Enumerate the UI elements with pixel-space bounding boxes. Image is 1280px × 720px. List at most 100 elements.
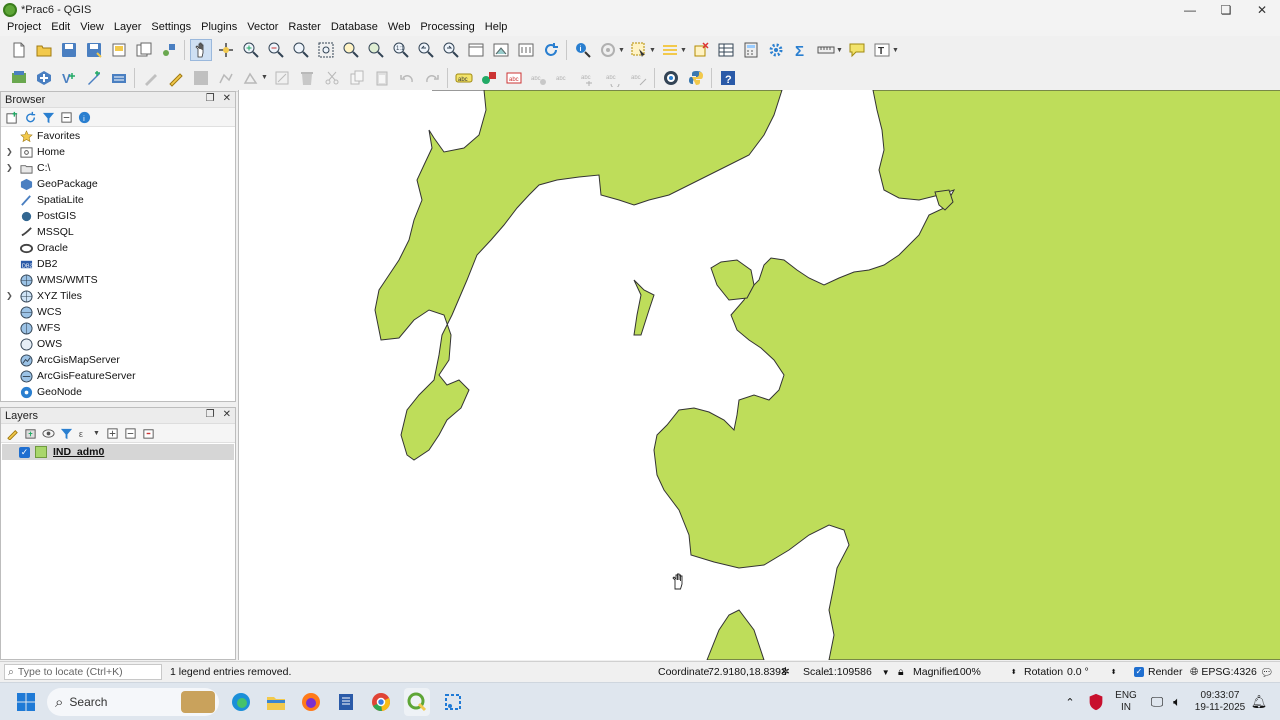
label-toolbar-icon[interactable]: abc xyxy=(453,67,475,89)
menu-view[interactable]: View xyxy=(75,19,109,36)
browser-item-home[interactable]: ❯ Home xyxy=(1,144,235,160)
zoom-in-icon[interactable] xyxy=(240,39,262,61)
expand-chevron-icon[interactable]: ❯ xyxy=(6,144,13,160)
browser-item-wfs[interactable]: WFS xyxy=(1,320,235,336)
identify-features-icon[interactable]: i xyxy=(572,39,594,61)
firefox-icon[interactable] xyxy=(299,688,323,716)
collapse-all-icon[interactable] xyxy=(59,110,73,124)
change-label-icon[interactable]: abc xyxy=(628,67,650,89)
magnifier-spinbox[interactable]: 100% ⬍ xyxy=(954,662,1017,682)
modify-attributes-icon[interactable] xyxy=(271,67,293,89)
label-diagram-icon[interactable]: abc xyxy=(503,67,525,89)
security-shield-icon[interactable] xyxy=(1086,688,1106,716)
notepad-app-icon[interactable] xyxy=(334,688,358,716)
rotate-label-icon[interactable]: abc xyxy=(603,67,625,89)
show-hidden-icons-chevron-icon[interactable]: ⌃ xyxy=(1062,688,1078,716)
menu-raster[interactable]: Raster xyxy=(283,19,325,36)
new-3d-map-icon[interactable] xyxy=(490,39,512,61)
notifications-bell-icon[interactable]: 🔔︎ xyxy=(1250,688,1268,716)
layer-symbol-swatch[interactable] xyxy=(35,446,47,458)
properties-icon[interactable]: i xyxy=(77,110,91,124)
select-dropdown-icon[interactable]: ▼ xyxy=(649,39,656,61)
zoom-last-icon[interactable] xyxy=(415,39,437,61)
filter-expression-dropdown-icon[interactable]: ▼ xyxy=(93,422,100,444)
toggle-extents-icon[interactable]: ✲ xyxy=(781,662,790,682)
menu-help[interactable]: Help xyxy=(480,19,513,36)
new-geopackage-layer-icon[interactable] xyxy=(33,67,55,89)
zoom-out-icon[interactable] xyxy=(265,39,287,61)
new-print-layout-icon[interactable] xyxy=(108,39,130,61)
delete-selected-icon[interactable] xyxy=(296,67,318,89)
add-group-icon[interactable] xyxy=(23,426,37,440)
add-selected-layers-icon[interactable] xyxy=(5,110,19,124)
rotation-spinbox[interactable]: 0.0 ° ⬍ xyxy=(1067,662,1117,682)
undock-icon[interactable]: ❐ xyxy=(206,93,215,104)
browser-item-db2[interactable]: DB2 DB2 xyxy=(1,256,235,272)
layer-row-ind-adm0[interactable]: ✓ IND_adm0 xyxy=(2,444,234,460)
remove-layer-icon[interactable] xyxy=(141,426,155,440)
paste-features-icon[interactable] xyxy=(371,67,393,89)
refresh-browser-icon[interactable] xyxy=(23,110,37,124)
style-manager-icon[interactable] xyxy=(158,39,180,61)
taskbar-search-box[interactable]: ⌕ Search xyxy=(47,688,219,716)
render-checkbox[interactable]: ✓ xyxy=(1134,667,1144,677)
chrome-icon[interactable] xyxy=(369,688,393,716)
crs-button[interactable]: 🌐︎ EPSG:4326 xyxy=(1190,662,1257,682)
scale-combo[interactable]: 1:109586 ▼ xyxy=(828,662,890,682)
select-features-icon[interactable] xyxy=(628,39,650,61)
layout-manager-icon[interactable] xyxy=(133,39,155,61)
menu-database[interactable]: Database xyxy=(326,19,383,36)
browser-item-mssql[interactable]: MSSQL xyxy=(1,224,235,240)
measure-line-icon[interactable] xyxy=(815,39,837,61)
python-console-icon[interactable] xyxy=(685,67,707,89)
redo-icon[interactable] xyxy=(421,67,443,89)
menu-settings[interactable]: Settings xyxy=(146,19,196,36)
network-icon[interactable]: 🖵︎ xyxy=(1148,688,1166,716)
volume-icon[interactable]: 🔈︎ xyxy=(1168,688,1186,716)
help-contents-icon[interactable]: ? xyxy=(717,67,739,89)
filter-legend-icon[interactable] xyxy=(59,426,73,440)
expand-all-icon[interactable] xyxy=(105,426,119,440)
zoom-rubber-band-icon[interactable] xyxy=(290,39,312,61)
browser-item-arcgismapserver[interactable]: ArcGisMapServer xyxy=(1,352,235,368)
messages-icon[interactable]: 💬︎ xyxy=(1260,662,1273,682)
save-as-icon[interactable] xyxy=(83,39,105,61)
menu-plugins[interactable]: Plugins xyxy=(196,19,242,36)
plugin-web-icon[interactable] xyxy=(660,67,682,89)
menu-vector[interactable]: Vector xyxy=(242,19,283,36)
close-layers-icon[interactable]: ✕ xyxy=(223,409,231,420)
measure-dropdown-icon[interactable]: ▼ xyxy=(836,39,843,61)
select-value-dropdown-icon[interactable]: ▼ xyxy=(680,39,687,61)
zoom-native-icon[interactable]: 1:1 xyxy=(390,39,412,61)
browser-item-wms-wmts[interactable]: WMS/WMTS xyxy=(1,272,235,288)
browser-item-favorites[interactable]: Favorites xyxy=(1,128,235,144)
temporal-controller-icon[interactable] xyxy=(515,39,537,61)
cut-features-icon[interactable] xyxy=(321,67,343,89)
browser-item-postgis[interactable]: PostGIS xyxy=(1,208,235,224)
new-temporary-layer-icon[interactable] xyxy=(83,67,105,89)
edge-browser-icon[interactable] xyxy=(229,688,253,716)
file-explorer-icon[interactable] xyxy=(264,688,288,716)
vertex-dropdown-icon[interactable]: ▼ xyxy=(261,67,268,89)
statistical-summary-icon[interactable]: Σ xyxy=(790,39,812,61)
run-action-icon[interactable] xyxy=(597,39,619,61)
deselect-all-icon[interactable] xyxy=(690,39,712,61)
zoom-full-icon[interactable] xyxy=(315,39,337,61)
current-edits-icon[interactable] xyxy=(140,67,162,89)
open-project-icon[interactable] xyxy=(33,39,55,61)
browser-item-ows[interactable]: OWS xyxy=(1,336,235,352)
filter-browser-icon[interactable] xyxy=(41,110,55,124)
undock-layers-icon[interactable]: ❐ xyxy=(206,409,215,420)
windows-start-icon[interactable] xyxy=(14,688,38,716)
toggle-editing-icon[interactable] xyxy=(165,67,187,89)
zoom-to-selection-icon[interactable] xyxy=(340,39,362,61)
data-source-manager-icon[interactable] xyxy=(8,67,30,89)
save-project-icon[interactable] xyxy=(58,39,80,61)
new-shapefile-layer-icon[interactable]: V xyxy=(58,67,80,89)
browser-item-oracle[interactable]: Oracle xyxy=(1,240,235,256)
locator-bar[interactable]: ⌕ Type to locate (Ctrl+K) xyxy=(4,662,162,682)
browser-item-arcgisfeatureserver[interactable]: ArcGisFeatureServer xyxy=(1,368,235,384)
map-canvas[interactable] xyxy=(238,90,1280,660)
show-hide-labels-icon[interactable]: abc xyxy=(553,67,575,89)
annotation-dropdown-icon[interactable]: ▼ xyxy=(892,39,899,61)
